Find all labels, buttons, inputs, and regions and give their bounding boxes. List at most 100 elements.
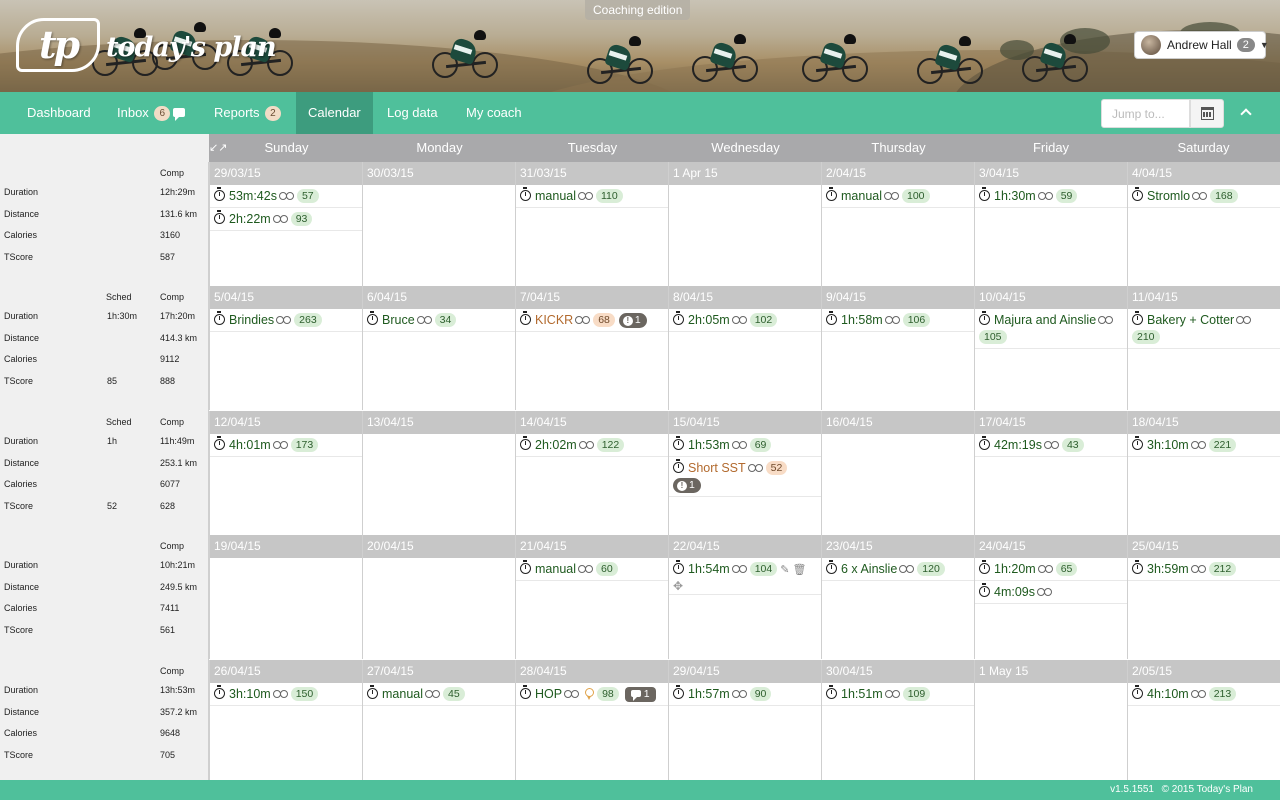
activity-item[interactable]: 1h:57m 90 — [669, 683, 821, 706]
day-cell[interactable]: 14/04/15 2h:02m 122 — [515, 411, 668, 535]
day-cell[interactable]: 1 Apr 15 — [668, 162, 821, 286]
activity-item[interactable]: 53m:42s 57 — [210, 185, 362, 208]
day-cell[interactable]: 6/04/15 Bruce 34 — [362, 286, 515, 410]
activity-item[interactable]: 42m:19s 43 — [975, 434, 1127, 457]
day-cell[interactable]: 22/04/15 1h:54m 104 ✎ 🗑 ✥ — [668, 535, 821, 659]
activity-item[interactable]: 4h:01m 173 — [210, 434, 362, 457]
day-cell[interactable]: 29/03/15 53m:42s 57 2h:22m 93 — [209, 162, 362, 286]
activity-item[interactable]: manual 60 — [516, 558, 668, 581]
day-cell[interactable]: 9/04/15 1h:58m 106 — [821, 286, 974, 410]
summary-label: Distance — [4, 208, 40, 219]
activity-item[interactable]: 2h:05m 102 — [669, 309, 821, 332]
activity-item[interactable]: 3h:10m 150 — [210, 683, 362, 706]
activity-item[interactable]: 1h:53m 69 — [669, 434, 821, 457]
day-cell[interactable]: 23/04/15 6 x Ainslie 120 — [821, 535, 974, 659]
activity-item[interactable]: 4h:10m 213 — [1128, 683, 1280, 706]
activity-item[interactable]: Bruce 34 — [363, 309, 515, 332]
nav-dashboard[interactable]: Dashboard — [15, 92, 103, 134]
day-cell[interactable]: 3/04/15 1h:30m 59 — [974, 162, 1127, 286]
day-cell[interactable]: 24/04/15 1h:20m 65 4m:09s — [974, 535, 1127, 659]
day-cell[interactable]: 19/04/15 — [209, 535, 362, 659]
tscore-badge: 213 — [1208, 687, 1237, 701]
summary-comp-value: 888 — [160, 375, 176, 386]
banner-cyclist — [585, 28, 655, 88]
collapse-header-button[interactable] — [1236, 102, 1258, 124]
move-icon[interactable]: ✥ — [673, 580, 818, 592]
activity-item[interactable]: manual 45 — [363, 683, 515, 706]
day-cell[interactable]: 1 May 15 — [974, 660, 1127, 784]
activity-item[interactable]: 6 x Ainslie 120 — [822, 558, 974, 581]
day-date: 15/04/15 — [669, 411, 821, 434]
day-cell[interactable]: 30/03/15 — [362, 162, 515, 286]
activity-item[interactable]: Bakery + Cotter 210 — [1128, 309, 1280, 349]
day-date: 2/05/15 — [1128, 660, 1280, 683]
activity-item[interactable]: 4m:09s — [975, 581, 1127, 604]
activity-item[interactable]: manual 100 — [822, 185, 974, 208]
nav-reports[interactable]: Reports 2 — [202, 92, 293, 134]
activity-item[interactable]: 1h:54m 104 ✎ 🗑 ✥ — [669, 558, 821, 595]
trash-icon[interactable]: 🗑 — [792, 562, 806, 579]
date-picker-button[interactable] — [1190, 99, 1224, 128]
activity-item[interactable]: Majura and Ainslie 105 — [975, 309, 1127, 349]
day-cell[interactable]: 2/04/15 manual 100 — [821, 162, 974, 286]
day-cell[interactable]: 7/04/15 KICKR 68! 1 — [515, 286, 668, 410]
day-cell[interactable]: 11/04/15 Bakery + Cotter 210 — [1127, 286, 1280, 410]
edit-icon[interactable]: ✎ — [780, 562, 789, 579]
activity-item[interactable]: HOP 98 1 — [516, 683, 668, 706]
day-cell[interactable]: 10/04/15 Majura and Ainslie 105 — [974, 286, 1127, 410]
activity-item[interactable]: 1h:58m 106 — [822, 309, 974, 332]
weekday-label: Sunday — [264, 140, 309, 155]
activity-item[interactable]: 3h:10m 221 — [1128, 434, 1280, 457]
bike-icon — [276, 316, 292, 324]
day-cell[interactable]: 28/04/15 HOP 98 1 — [515, 660, 668, 784]
day-cell[interactable]: 16/04/15 — [821, 411, 974, 535]
comment-badge[interactable]: 1 — [624, 687, 656, 702]
day-cell[interactable]: 5/04/15 Brindies 263 — [209, 286, 362, 410]
activity-item[interactable]: Stromlo 168 — [1128, 185, 1280, 208]
day-cell[interactable]: 4/04/15 Stromlo 168 — [1127, 162, 1280, 286]
bike-icon — [578, 441, 594, 449]
day-cell[interactable]: 20/04/15 — [362, 535, 515, 659]
activity-item[interactable]: 1h:30m 59 — [975, 185, 1127, 208]
summary-row-tscore: TScore 705 — [4, 745, 204, 766]
activity-item[interactable]: manual 110 — [516, 185, 668, 208]
activity-item[interactable]: 3h:59m 212 — [1128, 558, 1280, 581]
activity-item[interactable]: 1h:20m 65 — [975, 558, 1127, 581]
day-date: 9/04/15 — [822, 286, 974, 309]
nav-inbox[interactable]: Inbox 6 — [105, 92, 197, 134]
summary-label: Distance — [4, 457, 40, 468]
jump-to-input[interactable] — [1101, 99, 1190, 128]
activity-item[interactable]: 1h:51m 109 — [822, 683, 974, 706]
stopwatch-icon — [673, 685, 684, 699]
bike-icon — [272, 690, 288, 698]
day-cell[interactable]: 2/05/15 4h:10m 213 — [1127, 660, 1280, 784]
day-cell[interactable]: 31/03/15 manual 110 — [515, 162, 668, 286]
activity-item[interactable]: Brindies 263 — [210, 309, 362, 332]
summary-comp-value: 13h:53m — [160, 685, 196, 695]
day-cell[interactable]: 18/04/15 3h:10m 221 — [1127, 411, 1280, 535]
activity-item[interactable]: 2h:22m 93 — [210, 208, 362, 231]
stopwatch-icon — [826, 560, 837, 574]
day-cell[interactable]: 15/04/15 1h:53m 69 Short SST 52! 1 — [668, 411, 821, 535]
alert-badge[interactable]: ! 1 — [673, 478, 701, 493]
day-cell[interactable]: 12/04/15 4h:01m 173 — [209, 411, 362, 535]
activity-item[interactable]: 2h:02m 122 — [516, 434, 668, 457]
day-cell[interactable]: 25/04/15 3h:59m 212 — [1127, 535, 1280, 659]
app-logo[interactable]: tp today's plan — [16, 18, 296, 78]
day-cell[interactable]: 27/04/15 manual 45 — [362, 660, 515, 784]
day-cell[interactable]: 29/04/15 1h:57m 90 — [668, 660, 821, 784]
day-cell[interactable]: 17/04/15 42m:19s 43 — [974, 411, 1127, 535]
activity-item[interactable]: KICKR 68! 1 — [516, 309, 668, 332]
day-cell[interactable]: 8/04/15 2h:05m 102 — [668, 286, 821, 410]
user-menu-button[interactable]: Andrew Hall 2 ▼ — [1134, 31, 1269, 59]
activity-item[interactable]: Short SST 52! 1 — [669, 457, 821, 497]
nav-my-coach[interactable]: My coach — [454, 92, 534, 134]
day-cell[interactable]: 26/04/15 3h:10m 150 — [209, 660, 362, 784]
bike-icon — [731, 565, 747, 573]
day-cell[interactable]: 13/04/15 — [362, 411, 515, 535]
alert-badge[interactable]: ! 1 — [618, 313, 647, 328]
nav-log-data[interactable]: Log data — [375, 92, 450, 134]
day-cell[interactable]: 30/04/15 1h:51m 109 — [821, 660, 974, 784]
nav-calendar[interactable]: Calendar — [296, 92, 373, 134]
day-cell[interactable]: 21/04/15 manual 60 — [515, 535, 668, 659]
